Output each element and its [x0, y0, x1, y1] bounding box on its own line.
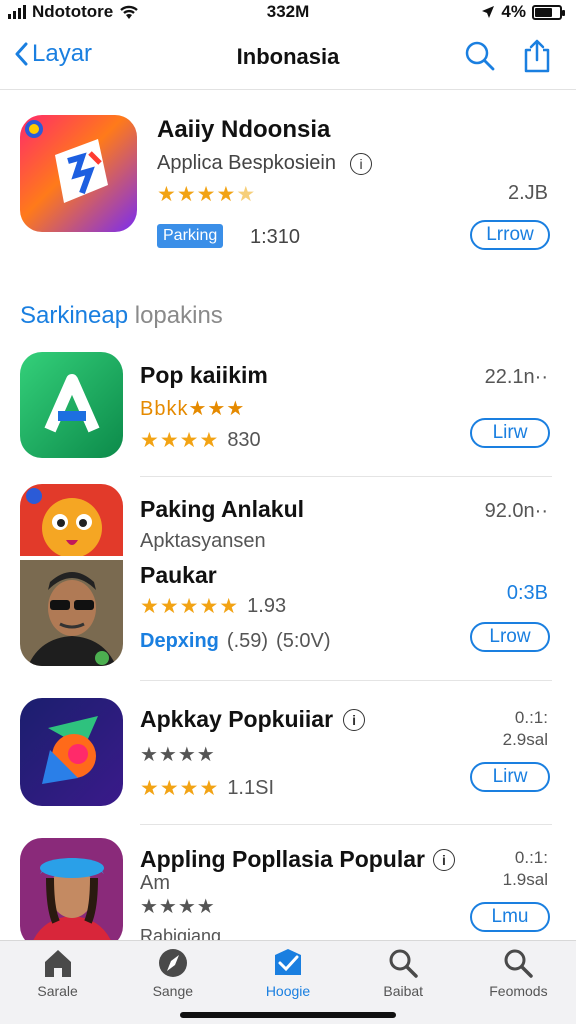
review-count: (.59): [226, 630, 269, 652]
featured-size: 2.JB: [507, 182, 548, 204]
rating-count: 830: [227, 429, 261, 451]
app-title: Paking Anlakul: [140, 496, 305, 522]
search-icon: [504, 949, 534, 978]
featured-app-title: Aaiiy Ndoonsia: [157, 116, 331, 143]
app-title: Appling Popllasia Popular i: [140, 846, 455, 873]
battery-icon: [532, 4, 565, 20]
app-size: 0:3B: [506, 582, 548, 604]
share-button[interactable]: [522, 38, 552, 79]
tab-updates[interactable]: Feomods: [461, 941, 576, 1024]
app-size: 0.:1:: [514, 708, 548, 727]
compass-icon: [158, 949, 187, 977]
rating-stars: ★★★★: [140, 896, 216, 918]
app-avatar: [20, 838, 123, 940]
list-item[interactable]: Paukar ★★★★★ 1.93 Depxing (.59) (5:0V) 0…: [0, 560, 576, 681]
section-title: Sarkineap lopakins: [20, 302, 223, 329]
divider: [140, 824, 552, 825]
info-icon[interactable]: i: [432, 848, 455, 871]
app-title: Pop kaiikim: [140, 362, 268, 388]
location-icon: [482, 6, 495, 18]
app-subtitle: Apktasyansen: [140, 530, 266, 552]
review-score: (5:0V): [276, 630, 331, 652]
search-icon: [389, 949, 418, 978]
list-item[interactable]: Pop kaiikim Bbkk★★★ ★★★★ 830 22.1n·· Lir…: [0, 350, 576, 477]
search-button[interactable]: [464, 40, 496, 77]
featured-app[interactable]: Aaiiy Ndoonsia Applica Bespkosiein i ★★★…: [0, 112, 576, 262]
rating-count: 1.93: [247, 595, 287, 617]
home-icon: [44, 950, 71, 977]
featured-get-button[interactable]: Lrrow: [470, 220, 550, 250]
info-icon[interactable]: i: [343, 708, 366, 731]
checkmark-badge-icon: [275, 949, 301, 975]
app-size: 22.1n··: [484, 366, 548, 388]
list-item[interactable]: Paking Anlakul Apktasyansen 92.0n··: [0, 484, 576, 556]
rating-stars: ★★★★★: [140, 595, 240, 618]
list-item[interactable]: Apkkay Popkuiiar i ★★★★ ★★★★ 1.1SI 0.:1:…: [0, 698, 576, 825]
category-link[interactable]: Depxing: [140, 630, 219, 653]
divider: [140, 680, 552, 681]
app-size: 0.:1:: [514, 848, 548, 867]
get-button[interactable]: Lirw: [470, 762, 550, 792]
status-bar: Ndototore 332M 4%: [0, 0, 576, 24]
tab-home[interactable]: Sarale: [0, 941, 115, 1024]
app-tagline: Rabiqiang: [140, 926, 222, 940]
rating-stars: ★★★★: [140, 744, 216, 766]
home-indicator[interactable]: [180, 1012, 396, 1018]
app-size-secondary: 1.9sal: [502, 870, 548, 889]
get-button[interactable]: Lirw: [470, 418, 550, 448]
app-title: Paukar: [140, 562, 217, 588]
app-size: 92.0n··: [484, 500, 548, 522]
featured-badge: Parking: [157, 224, 224, 248]
featured-rating-stars: ★★★★★: [157, 183, 257, 206]
app-icon: [20, 484, 123, 556]
app-tagline: Bbkk★★★: [140, 398, 246, 420]
search-icon: [465, 41, 495, 71]
featured-app-icon: [20, 115, 137, 232]
navigation-bar: Layar Inbonasia: [0, 26, 576, 90]
list-item[interactable]: Appling Popllasia Popular i Am ★★★★ Rabi…: [0, 838, 576, 940]
featured-count: 1:310: [250, 226, 301, 248]
battery-percent: 4%: [501, 2, 526, 21]
get-button[interactable]: Lrow: [470, 622, 550, 652]
rating-stars: ★★★★: [140, 429, 220, 452]
get-button[interactable]: Lmu: [470, 902, 550, 932]
app-subtitle: Am: [140, 872, 170, 894]
featured-app-subtitle: Applica Bespkosiein i: [157, 152, 372, 175]
app-size-secondary: 2.9sal: [502, 730, 548, 749]
info-icon[interactable]: i: [350, 152, 372, 175]
app-icon: [20, 352, 123, 458]
rating-count: 1.1SI: [227, 777, 275, 799]
divider: [140, 476, 552, 477]
app-avatar: [20, 560, 123, 666]
app-title: Apkkay Popkuiiar i: [140, 706, 366, 733]
share-icon: [524, 39, 550, 73]
app-icon: [20, 698, 123, 806]
rating-stars-secondary: ★★★★: [140, 777, 220, 800]
